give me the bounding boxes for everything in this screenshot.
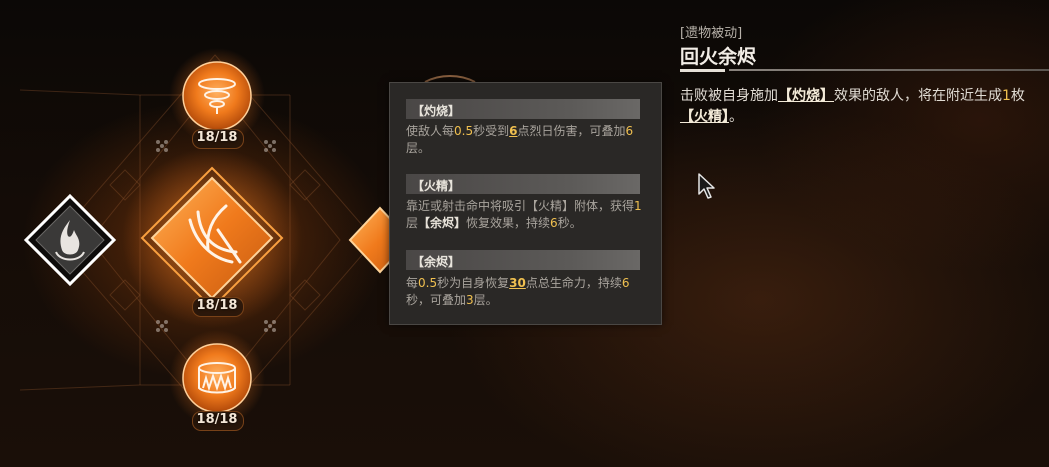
- keyword-burn-link[interactable]: 【灼烧】: [778, 88, 834, 104]
- node-count-bottom: 18/18: [196, 412, 238, 427]
- tooltip-text-ember: 每0.5秒为自身恢复30点总生命力，持续6秒，可叠加3层。: [406, 276, 630, 307]
- mouse-cursor-icon: [698, 173, 715, 199]
- title-underline: [729, 69, 1049, 71]
- title-underline-accent: [680, 69, 725, 72]
- tooltip-heading-fire-spirit: 【火精】: [406, 174, 640, 194]
- node-count-top: 18/18: [196, 130, 238, 145]
- keyword-tooltip: 【灼烧】 使敌人每0.5秒受到6点烈日伤害，可叠加6层。 【火精】 靠近或射击命…: [389, 82, 662, 325]
- tooltip-text-fire-spirit: 靠近或射击命中将吸引【火精】附体，获得1层【余烬】恢复效果，持续6秒。: [406, 199, 642, 230]
- relic-category-tag: [遗物被动]: [680, 26, 743, 41]
- keyword-fire-spirit-link[interactable]: 【火精】: [680, 109, 729, 125]
- tooltip-heading-burn: 【灼烧】: [406, 99, 640, 119]
- fire-emblem-node[interactable]: [23, 193, 117, 287]
- tooltip-text-burn: 使敌人每0.5秒受到6点烈日伤害，可叠加6层。: [406, 124, 634, 155]
- node-count-center: 18/18: [196, 298, 238, 313]
- relic-title: 回火余烬: [680, 46, 757, 68]
- tooltip-heading-ember: 【余烬】: [406, 250, 640, 270]
- relic-description: 击败被自身施加【灼烧】效果的敌人，将在附近生成1枚【火精】。: [680, 88, 1025, 125]
